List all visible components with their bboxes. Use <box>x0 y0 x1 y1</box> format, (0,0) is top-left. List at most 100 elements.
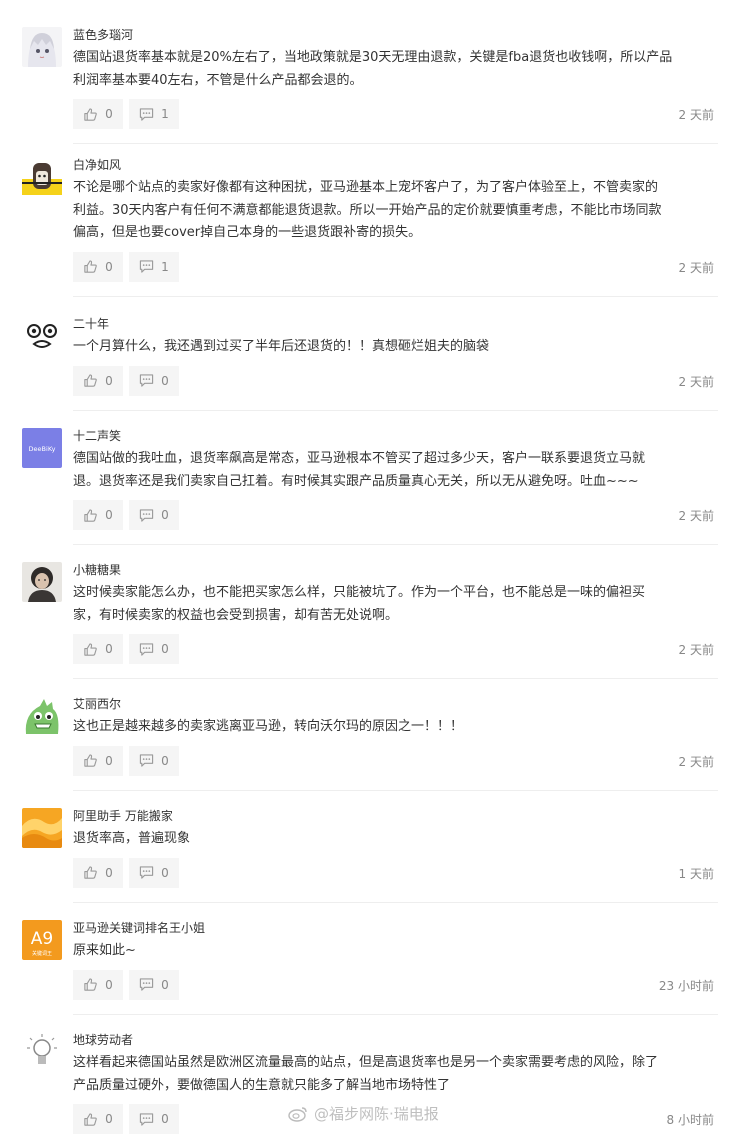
username[interactable]: 阿里助手 万能搬家 <box>73 808 173 824</box>
comment-actions: 0 0 23 小时前 <box>73 969 718 1000</box>
username[interactable]: 小糖糖果 <box>73 562 121 578</box>
portrait-avatar <box>22 562 62 602</box>
like-button[interactable]: 0 <box>73 365 123 396</box>
user-avatar[interactable] <box>22 316 62 356</box>
reply-button[interactable]: 0 <box>129 500 179 530</box>
like-count: 0 <box>105 259 113 274</box>
user-avatar[interactable] <box>22 157 62 197</box>
thumbs-up-icon <box>83 373 98 388</box>
purple-logo-avatar: DeeBiKy <box>22 428 62 468</box>
comment-bubble-icon <box>139 977 154 992</box>
timestamp: 23 小时前 <box>658 978 714 993</box>
comment-actions: 0 1 2 天前 <box>73 251 718 282</box>
like-button[interactable]: 0 <box>73 500 123 530</box>
timestamp: 2 天前 <box>678 754 714 769</box>
username[interactable]: 地球劳动者 <box>73 1032 133 1048</box>
like-button[interactable]: 0 <box>73 634 123 664</box>
svg-text:A9: A9 <box>31 929 53 949</box>
comment-text-line: 原来如此~ <box>73 943 136 958</box>
like-count: 0 <box>105 107 113 121</box>
green-dino-avatar <box>22 696 62 736</box>
divider <box>73 678 718 679</box>
reply-button[interactable]: 0 <box>129 969 179 1000</box>
user-avatar[interactable] <box>22 696 62 736</box>
like-button[interactable]: 0 <box>73 745 123 776</box>
reply-count: 0 <box>161 373 169 388</box>
username[interactable]: 白净如风 <box>73 157 121 173</box>
timestamp: 1 天前 <box>678 866 714 881</box>
comment-text: 原来如此~ <box>73 940 723 963</box>
user-avatar[interactable]: DeeBiKy <box>22 428 62 468</box>
reply-button[interactable]: 0 <box>129 365 179 396</box>
comment-actions: 0 1 2 天前 <box>73 99 718 129</box>
weibo-icon <box>288 1105 308 1122</box>
timestamp: 2 天前 <box>678 643 714 657</box>
comment-text-line: 利润率基本要40左右，不管是什么产品都会退的。 <box>73 72 363 88</box>
reply-button[interactable]: 0 <box>129 857 179 888</box>
divider <box>73 409 718 411</box>
divider <box>73 901 718 903</box>
comment-text-line: 利益。30天内客户有任何不满意都能退货退款。所以一开始产品的定价就要慎重考虑，不… <box>73 202 662 218</box>
like-button[interactable]: 0 <box>73 969 123 1000</box>
comment-bubble-icon <box>139 107 154 122</box>
like-count: 0 <box>105 977 113 992</box>
reply-button[interactable]: 0 <box>129 745 179 776</box>
reply-count: 0 <box>161 1112 169 1126</box>
timestamp: 2 天前 <box>678 374 714 389</box>
username[interactable]: 二十年 <box>73 316 109 332</box>
comment-text-line: 这时候卖家能怎么办，也不能把买家怎么样，只能被坑了。作为一个平台，也不能总是一味… <box>73 585 646 600</box>
like-button[interactable]: 0 <box>73 251 123 282</box>
yellow-cartoon-avatar <box>22 157 62 197</box>
timestamp: 8 小时前 <box>666 1113 714 1127</box>
thumbs-up-icon <box>83 107 98 122</box>
comment-text-line: 不论是哪个站点的卖家好像都有这种困扰，亚马逊基本上宠坏客户了，为了客户体验至上，… <box>73 180 659 195</box>
divider <box>73 1013 718 1015</box>
lightbulb-avatar <box>22 1032 62 1072</box>
user-avatar[interactable] <box>22 1032 62 1072</box>
comment-bubble-icon <box>139 373 154 388</box>
comment-text: 这样看起来德国站虽然是欧洲区流量最高的站点，但是高退货率也是另一个卖家需要考虑的… <box>73 1052 723 1097</box>
comment-bubble-icon <box>139 259 154 274</box>
username[interactable]: 艾丽西尔 <box>73 696 121 712</box>
comment-text: 这时候卖家能怎么办，也不能把买家怎么样，只能被坑了。作为一个平台，也不能总是一味… <box>73 582 723 627</box>
like-count: 0 <box>105 753 113 768</box>
comment-actions: 0 0 2 天前 <box>73 500 718 530</box>
reply-button[interactable]: 1 <box>129 99 179 129</box>
comment-actions: 0 0 2 天前 <box>73 634 718 664</box>
user-avatar[interactable] <box>22 562 62 602</box>
reply-button[interactable]: 0 <box>129 634 179 664</box>
reply-count: 1 <box>161 107 169 121</box>
user-avatar[interactable]: A9 关键词王 <box>22 920 62 960</box>
reply-button[interactable]: 1 <box>129 251 179 282</box>
divider <box>73 143 718 144</box>
comment-text: 一个月算什么，我还遇到过买了半年后还退货的！！真想砸烂姐夫的脑袋 <box>73 336 723 359</box>
comment-text: 德国站做的我吐血，退货率飙高是常态，亚马逊根本不管买了超过多少天，客户一联系要退… <box>73 448 723 493</box>
like-button[interactable]: 0 <box>73 857 123 888</box>
user-avatar[interactable] <box>22 808 62 848</box>
divider <box>73 295 718 297</box>
like-button[interactable]: 0 <box>73 1104 123 1134</box>
comment-actions: 0 0 2 天前 <box>73 365 718 396</box>
svg-text:DeeBiKy: DeeBiKy <box>29 445 56 453</box>
comment-text-line: 一个月算什么，我还遇到过买了半年后还退货的！！真想砸烂姐夫的脑袋 <box>73 339 490 354</box>
user-avatar[interactable] <box>22 27 62 67</box>
timestamp: 2 天前 <box>678 509 714 523</box>
thumbs-up-icon <box>83 865 98 880</box>
username[interactable]: 十二声笑 <box>73 428 121 444</box>
comment-text-line: 偏高，但是也要cover掉自己本身的一些退货跟补寄的损失。 <box>73 225 422 240</box>
thumbs-up-icon <box>83 977 98 992</box>
divider <box>73 544 718 545</box>
thumbs-up-icon <box>83 1112 98 1127</box>
thumbs-up-icon <box>83 753 98 768</box>
reply-button[interactable]: 0 <box>129 1104 179 1134</box>
comment-text-line: 产品质量过硬外，要做德国人的生意就只能多了解当地市场特性了 <box>73 1077 451 1093</box>
like-count: 0 <box>105 1112 113 1126</box>
comment-text-line: 退货率高，普遍现象 <box>73 831 191 846</box>
comment-text-line: 这样看起来德国站虽然是欧洲区流量最高的站点，但是高退货率也是另一个卖家需要考虑的… <box>73 1055 659 1070</box>
comment-bubble-icon <box>139 865 154 880</box>
comment-text-line: 家，有时候卖家的权益也会受到损害，却有苦无处说啊。 <box>73 607 399 623</box>
username[interactable]: 亚马逊关键词排名王小姐 <box>73 920 205 936</box>
like-button[interactable]: 0 <box>73 99 123 129</box>
anime-girl-avatar <box>22 27 62 67</box>
username[interactable]: 蓝色多瑙河 <box>73 27 133 43</box>
